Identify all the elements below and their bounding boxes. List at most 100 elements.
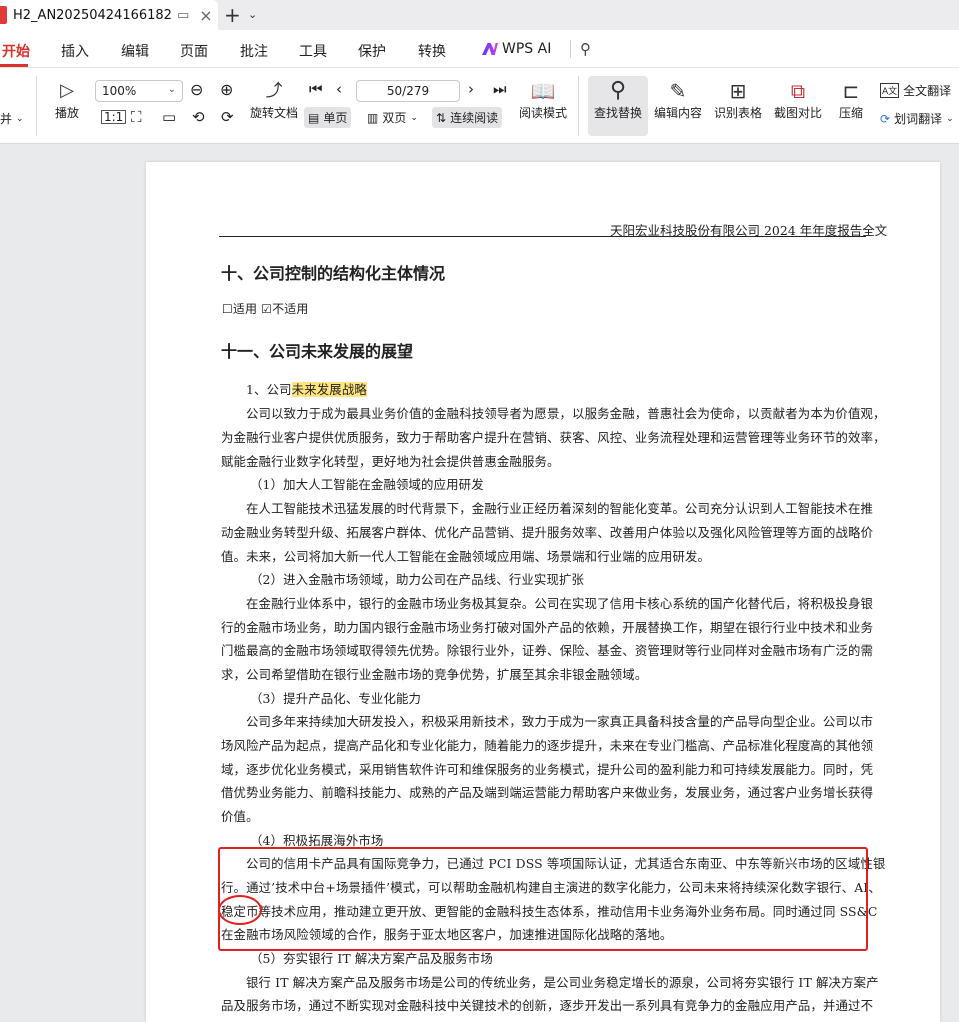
play-label: 播放 [54,106,79,120]
full-translate-button[interactable]: A文 全文翻译 [880,82,951,99]
header-rule [219,236,866,237]
double-page-label: 双页 [382,111,407,125]
zoom-in-icon[interactable]: ⊕ [220,80,233,99]
zoom-value: 100% [102,84,137,98]
menu-insert[interactable]: 插入 [61,41,89,61]
menu-bar: 开始 插入 编辑 页面 批注 工具 保护 转换 WPS AI ⚲ [0,30,959,68]
ribbon-toolbar: 并 ⌄ ▷ 播放 100% ⌄ ⊖ ⊕ 1:1 ⛶ ▭ ⟲ ⟳ ⤴ 旋转文档 ⏮ … [0,68,959,144]
menu-page[interactable]: 页面 [180,41,208,61]
highlighted-text: 未来发展战略 [291,382,367,397]
menu-convert[interactable]: 转换 [418,41,446,61]
text-line: 求，公司希望借助在银行业金融市场的竞争优势，扩展至其余非银金融领域。 [221,667,648,682]
search-icon: ⚲ [609,78,627,103]
single-page-label: 单页 [323,111,348,125]
text-line: 赋能金融行业数字化转型，更好地为社会提供普惠金融服务。 [221,454,560,469]
merge-label: 并 [0,112,13,126]
section-10-title: 十、公司控制的结构化主体情况 [221,264,446,283]
wps-ai-logo-icon [482,43,498,55]
prev-page-icon[interactable]: ‹ [336,80,342,98]
menu-start[interactable]: 开始 [2,41,30,61]
recognize-table-label: 识别表格 [713,106,762,120]
rotate-document-icon: ⤴ [265,81,283,101]
menu-protect[interactable]: 保护 [358,41,386,61]
first-page-icon[interactable]: ⏮ [309,80,323,98]
text-line: 借优势业务能力、前瞻科技能力、成熟的产品及端到端运营能力帮助客户来做业务，发展业… [221,785,874,800]
chevron-down-icon[interactable]: ⌄ [248,8,257,21]
toolbar-divider [36,76,37,136]
continuous-read-icon: ⇅ [436,110,447,125]
text-line: （5）夯实银行 IT 解决方案产品及服务市场 [250,951,493,966]
wps-ai-label: WPS AI [502,41,552,57]
fit-width-icon[interactable]: ▭ [162,108,176,126]
recognize-table-button[interactable]: ⊞ 识别表格 [712,78,764,121]
word-translate-button[interactable]: ⟳ 划词翻译 ⌄ [880,110,954,127]
screenshot-compare-button[interactable]: ⧉ 截图对比 [772,78,824,121]
edit-content-button[interactable]: ✎ 编辑内容 [652,78,704,121]
play-button[interactable]: ▷ 播放 [52,78,82,121]
single-page-icon: ▤ [308,110,320,125]
find-replace-label: 查找替换 [593,106,642,120]
active-menu-indicator [0,64,28,67]
compare-icon: ⧉ [790,79,806,103]
subsection-1-heading: 1、公司未来发展战略 [246,380,367,398]
double-page-button[interactable]: ▥ 双页 ⌄ [367,109,418,126]
single-page-button[interactable]: ▤ 单页 [304,107,352,128]
rotate-left-icon[interactable]: ⟲ [192,108,205,126]
rotate-document-button[interactable]: ⤴ 旋转文档 [248,78,300,121]
text-line: 在人工智能技术迅猛发展的时代背景下，金融行业正经历着深刻的智能化变革。公司充分认… [246,501,874,516]
read-mode-label: 阅读模式 [518,106,567,120]
toolbar-divider [578,76,579,136]
text-line: （2）进入金融市场领域，助力公司在产品线、行业实现扩张 [250,572,585,587]
merge-button[interactable]: 并 ⌄ [0,110,24,127]
play-icon: ▷ [60,80,74,101]
page-number-input[interactable]: 50/279 [356,80,460,102]
edit-content-icon: ✎ [669,79,687,103]
document-tab[interactable]: H2_AN20250424166182147 ▭ × [0,0,218,30]
read-mode-button[interactable]: 📖 阅读模式 [517,78,569,121]
close-tab-icon[interactable]: × [199,6,212,25]
continuous-read-label: 连续阅读 [450,111,499,125]
search-icon[interactable]: ⚲ [580,40,591,58]
menu-annotate[interactable]: 批注 [240,41,268,61]
text-line: 公司多年来持续加大研发投入，积极采用新技术，致力于成为一家真正具备科技含量的产品… [246,714,874,729]
menu-tools[interactable]: 工具 [299,41,327,61]
pdf-icon [0,6,7,24]
text-line: 域，逐步优化业务模式，采用销售软件许可和维保服务的业务模式，提升公司的盈利能力和… [221,762,874,777]
compress-button[interactable]: ⊏ 压缩 [834,78,868,121]
menu-edit[interactable]: 编辑 [121,41,149,61]
text-line: （3）提升产品化、专业化能力 [250,691,422,706]
rotate-document-label: 旋转文档 [249,106,298,120]
section-11-title: 十一、公司未来发展的展望 [221,342,414,361]
text-line: 行的金融市场业务，助力国内银行金融市场业务打破对国外产品的依赖，开展替换工作，期… [221,620,874,635]
fit-page-icon[interactable]: ⛶ [131,108,142,126]
title-bar: H2_AN20250424166182147 ▭ × + ⌄ [0,0,959,30]
chevron-down-icon: ⌄ [410,112,418,123]
double-page-icon: ▥ [367,110,379,125]
zoom-out-icon[interactable]: ⊖ [190,80,203,99]
zoom-select[interactable]: 100% ⌄ [95,80,183,102]
compress-icon: ⊏ [842,79,860,103]
find-replace-button[interactable]: ⚲ 查找替换 [590,78,646,121]
text-line: 品及服务市场，通过不断实现对金融科技中关键技术的创新，逐步开发出一系列具有竞争力… [221,998,874,1013]
actual-size-icon[interactable]: 1:1 [101,110,127,124]
rotate-right-icon[interactable]: ⟳ [221,108,234,126]
new-tab-button[interactable]: + [224,3,241,27]
applicable-checkboxes: ☐适用 ☑不适用 [222,302,309,316]
table-recognize-icon: ⊞ [729,79,747,103]
next-page-icon[interactable]: › [468,80,474,98]
text-line: 门槛最高的金融市场领域取得领先优势。除银行业外，证券、保险、基金、资管理财等行业… [221,643,874,658]
text-line: 在金融行业体系中，银行的金融市场业务极其复杂。公司在实现了信用卡核心系统的国产化… [246,596,874,611]
chevron-down-icon: ⌄ [167,84,176,95]
menu-divider [570,40,571,58]
wps-ai-button[interactable]: WPS AI [482,41,551,57]
screenshot-compare-label: 截图对比 [773,106,822,120]
last-page-icon[interactable]: ⏭ [493,80,507,98]
edit-content-label: 编辑内容 [653,106,702,120]
restore-window-icon[interactable]: ▭ [177,8,189,23]
word-translate-label: 划词翻译 [894,112,943,126]
tab-title: H2_AN20250424166182147 [13,7,173,23]
continuous-read-button[interactable]: ⇅ 连续阅读 [432,107,503,128]
subsection-1-prefix: 1、公司 [246,382,292,397]
full-translate-label: 全文翻译 [903,84,952,98]
compress-label: 压缩 [838,106,863,120]
